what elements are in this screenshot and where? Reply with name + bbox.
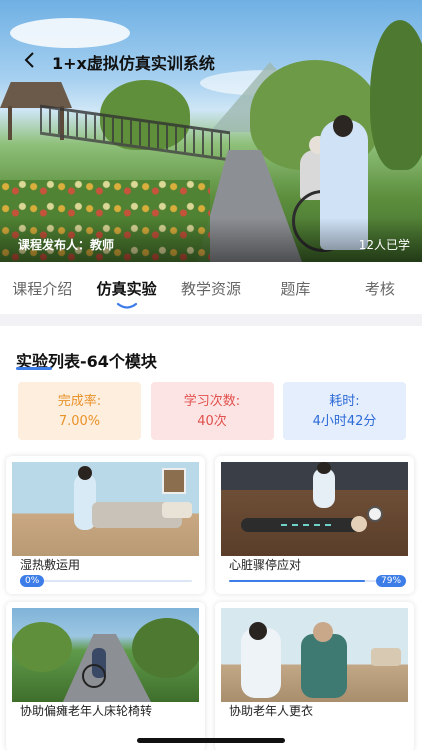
- module-name: 湿热敷运用: [20, 558, 81, 572]
- module-thumbnail: [12, 462, 199, 556]
- module-card[interactable]: 心脏骤停应对 79%: [215, 456, 414, 594]
- section-underline: [16, 367, 52, 370]
- module-card[interactable]: 协助偏瘫老年人床轮椅转: [6, 602, 205, 750]
- active-tab-indicator: [116, 302, 137, 309]
- learner-count: 12人已学: [358, 238, 410, 252]
- module-name: 协助偏瘫老年人床轮椅转: [20, 704, 153, 718]
- progress-track: [20, 580, 192, 582]
- module-progress: 79%: [229, 575, 407, 587]
- page-title: 1+x虚拟仿真实训系统: [52, 54, 215, 73]
- module-thumbnail: [221, 462, 408, 556]
- module-name: 心脏骤停应对: [229, 558, 302, 572]
- module-progress: 0%: [20, 575, 192, 587]
- study-count-card: 学习次数: 40次: [150, 382, 274, 440]
- trees: [370, 20, 422, 170]
- time-spent-card: 耗时: 4小时42分: [283, 382, 406, 440]
- stats-row: 完成率: 7.00% 学习次数: 40次 耗时: 4小时42分: [18, 382, 406, 440]
- cloud: [10, 18, 130, 48]
- course-banner: 1+x虚拟仿真实训系统 课程发布人：教师 12人已学: [0, 0, 422, 262]
- course-publisher: 课程发布人：教师: [18, 238, 115, 252]
- tab-label: 课程介绍: [12, 280, 73, 298]
- chevron-left-icon: [24, 52, 34, 68]
- module-name: 协助老年人更衣: [229, 704, 314, 718]
- module-thumbnail: [12, 608, 199, 702]
- tab-label: 题库: [280, 280, 311, 298]
- pavilion: [0, 82, 72, 108]
- tab-label: 教学资源: [181, 280, 242, 298]
- tab-label: 考核: [364, 280, 395, 298]
- module-thumbnail: [221, 608, 408, 702]
- tab-resources[interactable]: 教学资源: [169, 262, 253, 314]
- stat-value: 40次: [197, 414, 227, 429]
- module-card[interactable]: 协助老年人更衣: [215, 602, 414, 750]
- home-indicator: [137, 738, 285, 743]
- progress-label: 0%: [20, 575, 45, 587]
- tab-question-bank[interactable]: 题库: [253, 262, 337, 314]
- tab-label: 仿真实验: [96, 280, 157, 298]
- stat-label: 完成率:: [57, 394, 102, 409]
- tab-assessment[interactable]: 考核: [338, 262, 422, 314]
- progress-label: 79%: [376, 575, 407, 587]
- stat-label: 耗时:: [329, 394, 360, 409]
- tab-course-intro[interactable]: 课程介绍: [0, 262, 84, 314]
- progress-fill: [229, 580, 365, 582]
- stat-value: 7.00%: [58, 414, 101, 429]
- back-button[interactable]: [18, 46, 42, 74]
- tab-bar: 课程介绍 仿真实验 教学资源 题库 考核: [0, 262, 422, 314]
- experiment-panel: 实验列表-64个模块 完成率: 7.00% 学习次数: 40次 耗时: 4小时4…: [0, 326, 422, 750]
- completion-rate-card: 完成率: 7.00%: [18, 382, 141, 440]
- nurse-head: [333, 115, 353, 137]
- tab-simulation[interactable]: 仿真实验: [84, 262, 168, 314]
- stat-value: 4小时42分: [312, 414, 377, 429]
- stat-label: 学习次数:: [183, 394, 241, 409]
- module-card[interactable]: 湿热敷运用 0%: [6, 456, 205, 594]
